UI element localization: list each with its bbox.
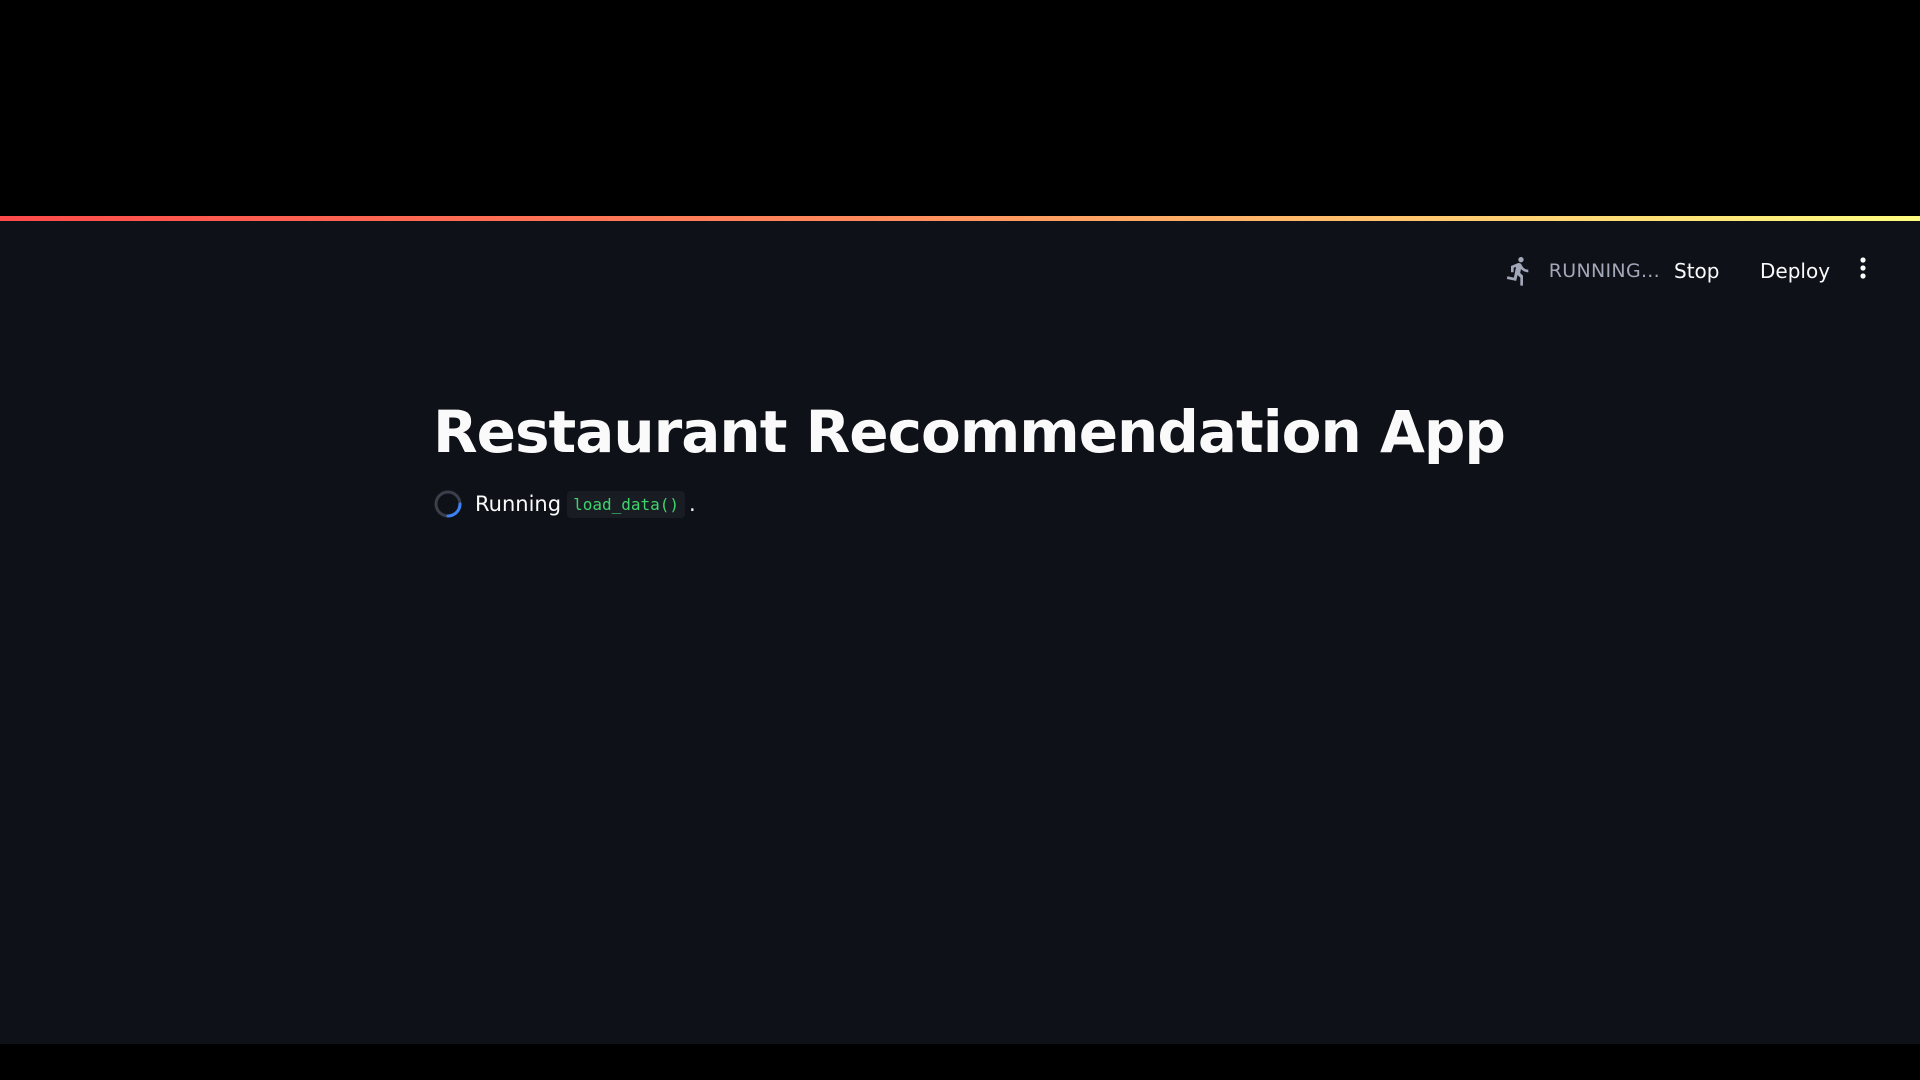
- deploy-button[interactable]: Deploy: [1752, 252, 1838, 290]
- main-content: Restaurant Recommendation App Running lo…: [433, 396, 1506, 522]
- spinner-text: Running: [475, 492, 562, 516]
- running-man-icon: [1503, 255, 1535, 287]
- vertical-ellipsis-icon: [1859, 256, 1867, 284]
- page-title: Restaurant Recommendation App: [433, 398, 1506, 466]
- status-label: RUNNING...: [1548, 260, 1660, 282]
- app-header: RUNNING... Stop Deploy: [0, 221, 1920, 286]
- letterbox-bottom: [0, 1044, 1920, 1080]
- letterbox-top: [0, 0, 1920, 216]
- spinner-status: Running load_data() .: [433, 486, 1487, 522]
- app-frame: RUNNING... Stop Deploy Restaurant Recomm…: [0, 216, 1920, 1044]
- spinner-icon: [433, 489, 463, 519]
- main-menu-button[interactable]: [1848, 249, 1878, 291]
- running-status: RUNNING...: [1503, 255, 1660, 287]
- stop-button[interactable]: Stop: [1666, 252, 1727, 290]
- function-code: load_data(): [567, 490, 686, 518]
- spinner-suffix: .: [689, 492, 696, 516]
